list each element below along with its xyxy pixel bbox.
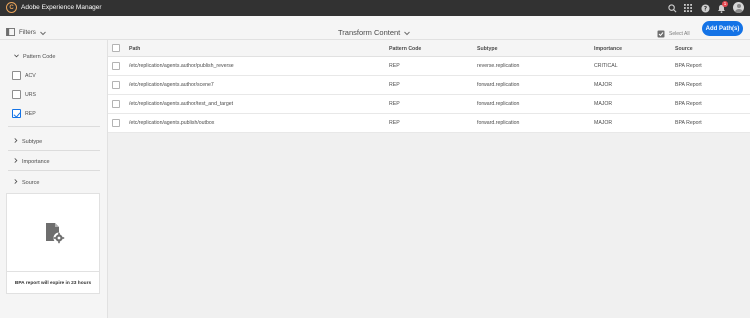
- cell-pattern-code: REP: [389, 120, 400, 126]
- importance-filter-header[interactable]: Importance: [14, 158, 50, 165]
- subtype-title: Subtype: [22, 138, 43, 145]
- cell-importance: MAJOR: [594, 101, 613, 107]
- cell-path: /etc/replication/agents.author/scene7: [129, 82, 214, 88]
- cell-pattern-code: REP: [389, 63, 400, 69]
- action-bar: Filters Transform Content Select All: [0, 16, 750, 40]
- chevron-right-icon: [14, 138, 18, 145]
- table-row[interactable]: /etc/replication/agents.author/test_and_…: [108, 95, 750, 114]
- add-paths-button[interactable]: Add Path(s): [702, 21, 743, 36]
- notification-badge: 1: [722, 1, 728, 7]
- table-row[interactable]: /etc/replication/agents.publish/outbox R…: [108, 114, 750, 133]
- column-header-pattern-code[interactable]: Pattern Code: [389, 46, 421, 52]
- cell-path: /etc/replication/agents.author/test_and_…: [129, 101, 234, 107]
- column-header-importance[interactable]: Importance: [594, 46, 622, 52]
- cell-source: BPA Report: [675, 120, 702, 126]
- row-checkbox[interactable]: [112, 62, 120, 70]
- divider: [8, 126, 100, 127]
- cell-subtype: forward.replication: [477, 82, 520, 88]
- divider: [8, 150, 100, 151]
- cell-importance: CRITICAL: [594, 63, 618, 69]
- bell-icon[interactable]: 1: [715, 1, 728, 14]
- source-title: Source: [22, 179, 40, 186]
- page-title-dropdown[interactable]: Transform Content: [338, 23, 411, 41]
- aem-logo-icon[interactable]: C: [6, 2, 17, 13]
- row-checkbox[interactable]: [112, 100, 120, 108]
- table-row[interactable]: /etc/replication/agents.author/scene7 RE…: [108, 76, 750, 95]
- row-checkbox[interactable]: [112, 119, 120, 127]
- page-title: Transform Content: [338, 27, 401, 37]
- cell-path: /etc/replication/agents.publish/outbox: [129, 120, 215, 126]
- source-filter-header[interactable]: Source: [14, 179, 39, 186]
- filter-option-urs[interactable]: URS: [12, 90, 36, 99]
- table-row[interactable]: /etc/replication/agents.author/publish_r…: [108, 57, 750, 76]
- cell-pattern-code: REP: [389, 101, 400, 107]
- divider: [8, 170, 100, 171]
- column-header-source[interactable]: Source: [675, 46, 693, 52]
- pattern-code-filter-header[interactable]: Pattern Code: [14, 54, 55, 60]
- column-header-subtype[interactable]: Subtype: [477, 46, 497, 52]
- user-avatar[interactable]: [733, 2, 744, 13]
- filter-option-label: ACV: [25, 72, 36, 79]
- filter-option-rep[interactable]: REP: [12, 109, 36, 118]
- chevron-down-icon: [39, 23, 46, 41]
- document-gear-icon: [45, 222, 65, 249]
- cell-source: BPA Report: [675, 63, 702, 69]
- apps-grid-icon[interactable]: [682, 2, 694, 14]
- chevron-right-icon: [14, 179, 18, 186]
- cell-subtype: forward.replication: [477, 101, 520, 107]
- cell-source: BPA Report: [675, 82, 702, 88]
- expiry-footer: BPA report will expire in 23 hours: [7, 271, 99, 294]
- cell-path: /etc/replication/agents.author/publish_r…: [129, 63, 234, 69]
- table-header-row: Path Pattern Code Subtype Importance Sou…: [108, 40, 750, 57]
- global-header: C Adobe Experience Manager ? 1: [0, 0, 750, 16]
- filters-sidebar: Pattern Code ACV URS REP Subtype Importa…: [0, 40, 108, 318]
- checkbox[interactable]: [12, 71, 21, 80]
- help-icon[interactable]: ?: [699, 2, 711, 14]
- cell-subtype: forward.replication: [477, 120, 520, 126]
- logo-glyph: C: [9, 4, 14, 11]
- cell-source: BPA Report: [675, 101, 702, 107]
- filters-label: Filters: [19, 28, 36, 36]
- filter-option-acv[interactable]: ACV: [12, 71, 36, 80]
- filter-option-label: REP: [25, 110, 36, 117]
- filter-option-label: URS: [25, 91, 36, 98]
- search-icon[interactable]: [666, 2, 678, 14]
- cell-subtype: reverse.replication: [477, 63, 520, 69]
- checkbox[interactable]: [12, 90, 21, 99]
- importance-title: Importance: [22, 158, 50, 165]
- subtype-filter-header[interactable]: Subtype: [14, 138, 42, 145]
- column-header-path[interactable]: Path: [129, 46, 140, 52]
- sidebar-toggle-icon: [6, 23, 15, 41]
- chevron-down-icon: [404, 23, 411, 41]
- checkbox-checked[interactable]: [12, 109, 21, 118]
- row-checkbox[interactable]: [112, 81, 120, 89]
- expiry-notice: BPA report will expire in 23 hours: [14, 280, 92, 286]
- app-title[interactable]: Adobe Experience Manager: [21, 2, 102, 13]
- chevron-right-icon: [14, 158, 18, 165]
- bpa-expiry-card: BPA report will expire in 23 hours: [6, 193, 100, 294]
- select-all-rows-checkbox[interactable]: [112, 44, 120, 52]
- filters-toggle-button[interactable]: Filters: [6, 23, 46, 41]
- chevron-down-icon: [14, 54, 19, 60]
- cell-importance: MAJOR: [594, 120, 613, 126]
- select-all-label: Select All: [669, 31, 690, 37]
- cell-importance: MAJOR: [594, 82, 613, 88]
- cell-pattern-code: REP: [389, 82, 400, 88]
- pattern-code-title: Pattern Code: [23, 54, 56, 60]
